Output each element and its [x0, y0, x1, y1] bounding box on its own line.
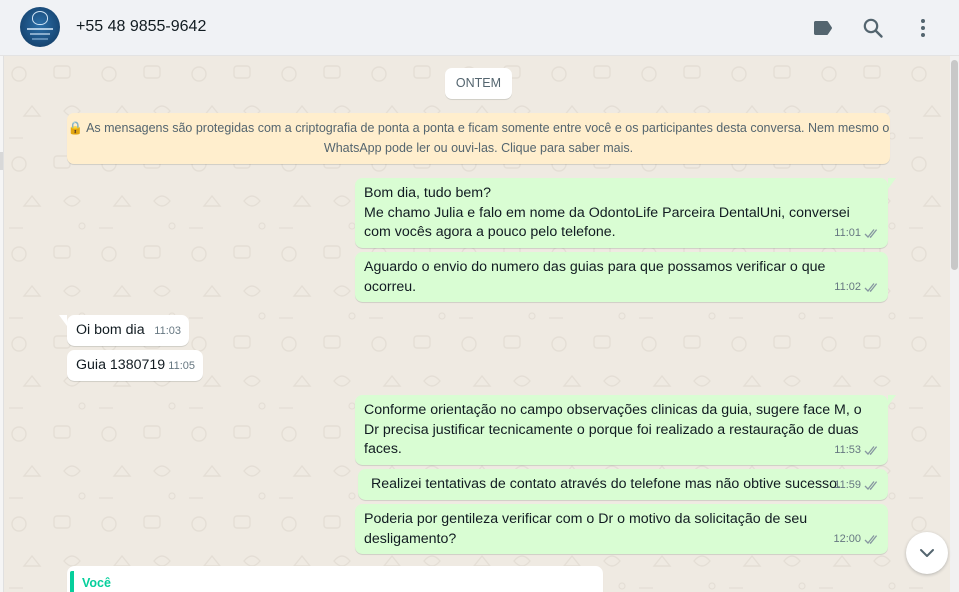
label-icon[interactable]	[811, 16, 835, 40]
message-meta: 11:59	[834, 476, 880, 496]
read-ticks-icon	[864, 228, 878, 238]
message-time: 11:05	[168, 359, 195, 372]
message-meta: 11:05	[168, 357, 195, 377]
scrollbar-thumb[interactable]	[951, 60, 958, 270]
left-pane-divider	[0, 152, 3, 170]
avatar-logo-tooth	[32, 11, 48, 25]
message-bubble-outgoing[interactable]: Conforme orientação no campo observações…	[355, 395, 896, 465]
message-bubble-outgoing[interactable]: Poderia por gentileza verificar com o Dr…	[355, 504, 888, 554]
read-ticks-icon	[864, 282, 878, 292]
message-meta: 11:01	[834, 224, 880, 244]
avatar-logo-line	[32, 38, 48, 40]
message-time: 11:01	[834, 226, 861, 239]
message-bubble-outgoing[interactable]: Aguardo o envio do numero das guias para…	[355, 252, 888, 302]
avatar-logo-line	[30, 33, 50, 35]
reply-sender: Você	[82, 576, 111, 590]
message-text: Realizei tentativas de contato através d…	[367, 476, 841, 492]
message-meta: 11:02	[834, 278, 880, 298]
encryption-notice[interactable]: 🔒 As mensagens são protegidas com a crip…	[67, 113, 890, 164]
message-bubble-outgoing[interactable]: Bom dia, tudo bem? Me chamo Julia e falo…	[355, 178, 896, 248]
bubble-tail	[888, 178, 896, 189]
chat-scrollbar[interactable]	[950, 56, 959, 592]
reply-accent-bar	[70, 571, 74, 592]
message-time: 11:59	[834, 478, 861, 491]
message-time: 12:00	[833, 532, 861, 545]
message-text: Poderia por gentileza verificar com o Dr…	[364, 511, 808, 547]
message-text: Aguardo o envio do numero das guias para…	[364, 259, 826, 295]
read-ticks-icon	[864, 534, 878, 544]
date-divider: ONTEM	[445, 68, 512, 99]
chat-area[interactable]: ONTEM 🔒 As mensagens são protegidas com …	[4, 56, 950, 592]
chevron-down-icon	[920, 549, 934, 557]
avatar-logo-line	[27, 28, 53, 30]
message-meta: 12:00	[833, 530, 880, 550]
message-time: 11:03	[154, 324, 181, 337]
read-ticks-icon	[864, 445, 878, 455]
message-time: 11:53	[834, 443, 861, 456]
message-bubble-incoming[interactable]: Oi bom dia 11:03	[59, 315, 189, 346]
contact-name[interactable]: +55 48 9855-9642	[76, 18, 206, 36]
message-meta: 11:03	[154, 322, 181, 342]
bubble-tail	[888, 395, 896, 406]
scroll-down-button[interactable]	[906, 532, 948, 574]
message-bubble-outgoing[interactable]: Realizei tentativas de contato através d…	[358, 469, 888, 500]
menu-icon[interactable]	[911, 16, 935, 40]
chat-header: +55 48 9855-9642	[0, 0, 959, 56]
search-icon[interactable]	[861, 16, 885, 40]
bubble-tail	[59, 315, 67, 326]
message-time: 11:02	[834, 280, 861, 293]
read-ticks-icon	[864, 480, 878, 490]
message-bubble-incoming[interactable]: Guia 1380719 11:05	[67, 350, 203, 381]
quoted-reply-bubble[interactable]: Você	[67, 566, 603, 592]
contact-avatar[interactable]	[20, 7, 60, 47]
message-text: Bom dia, tudo bem? Me chamo Julia e falo…	[364, 185, 850, 240]
message-meta: 11:53	[834, 441, 880, 461]
encryption-notice-text: 🔒 As mensagens são protegidas com a crip…	[67, 121, 890, 155]
message-text: Conforme orientação no campo observações…	[364, 402, 862, 457]
